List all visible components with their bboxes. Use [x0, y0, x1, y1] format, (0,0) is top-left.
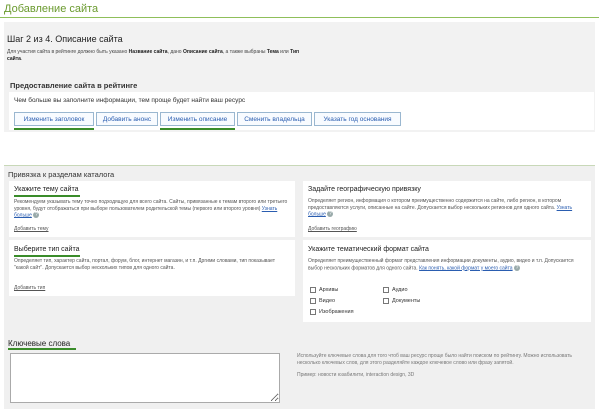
format-option-audio[interactable]: Аудио	[383, 287, 408, 293]
format-title: Укажите тематический формат сайта	[308, 246, 429, 253]
help-icon[interactable]: ?	[33, 212, 40, 218]
edit-title-button[interactable]: Изменить заголовок	[14, 112, 94, 126]
checkbox[interactable]	[383, 298, 389, 304]
edit-description-button[interactable]: Изменить описание	[160, 112, 235, 126]
catalog-heading: Привязка к разделам каталога	[8, 170, 115, 179]
active-underline	[14, 195, 80, 197]
active-underline	[160, 128, 235, 130]
set-founding-year-button[interactable]: Указать год основания	[314, 112, 401, 126]
page-title: Добавление сайта	[4, 3, 99, 15]
keywords-hint: Используйте ключевые слова для того чтоб…	[297, 353, 573, 378]
checkbox[interactable]	[310, 298, 316, 304]
change-owner-button[interactable]: Сменить владельца	[237, 112, 312, 126]
active-underline	[8, 348, 76, 350]
format-option-documents[interactable]: Документы	[383, 298, 420, 304]
type-text: Определяет тип, характер сайта, портал, …	[14, 258, 276, 271]
promo-text: Чем больше вы заполните информации, тем …	[14, 97, 246, 104]
add-type-link[interactable]: Добавить тип	[14, 285, 45, 291]
title-divider	[0, 17, 599, 18]
add-theme-link[interactable]: Добавить тему	[14, 226, 49, 232]
checkbox[interactable]	[383, 287, 389, 293]
theme-title: Укажите тему сайта	[14, 186, 79, 193]
geo-title: Задайте географическую привязку	[308, 186, 421, 193]
active-underline	[14, 128, 94, 130]
theme-text: Рекомендуем указывать тему точно подходя…	[14, 199, 288, 219]
format-text: Определяет преимущественный формат предс…	[308, 258, 574, 271]
keywords-input[interactable]	[10, 353, 280, 403]
type-title: Выберите тип сайта	[14, 246, 80, 253]
geo-text: Определяет регион, информация о котором …	[308, 198, 573, 218]
format-option-archives[interactable]: Архивы	[310, 287, 338, 293]
format-more-link[interactable]: Как понять, какой формат у моего сайта	[419, 265, 513, 271]
add-geo-link[interactable]: Добавить географию	[308, 226, 357, 232]
checkbox[interactable]	[310, 287, 316, 293]
add-announce-button[interactable]: Добавить анонс	[96, 112, 158, 126]
step-description: Для участия сайта в рейтинге должно быть…	[7, 49, 300, 62]
help-icon[interactable]: ?	[513, 264, 520, 271]
keywords-heading: Ключевые слова	[8, 339, 71, 348]
promo-heading: Предоставление сайта в рейтинге	[10, 81, 138, 90]
format-option-video[interactable]: Видео	[310, 298, 335, 304]
help-icon[interactable]: ?	[327, 211, 334, 217]
active-underline	[14, 255, 80, 257]
format-option-images[interactable]: Изображения	[310, 309, 354, 315]
step-title: Шаг 2 из 4. Описание сайта	[7, 34, 123, 44]
checkbox[interactable]	[310, 309, 316, 315]
